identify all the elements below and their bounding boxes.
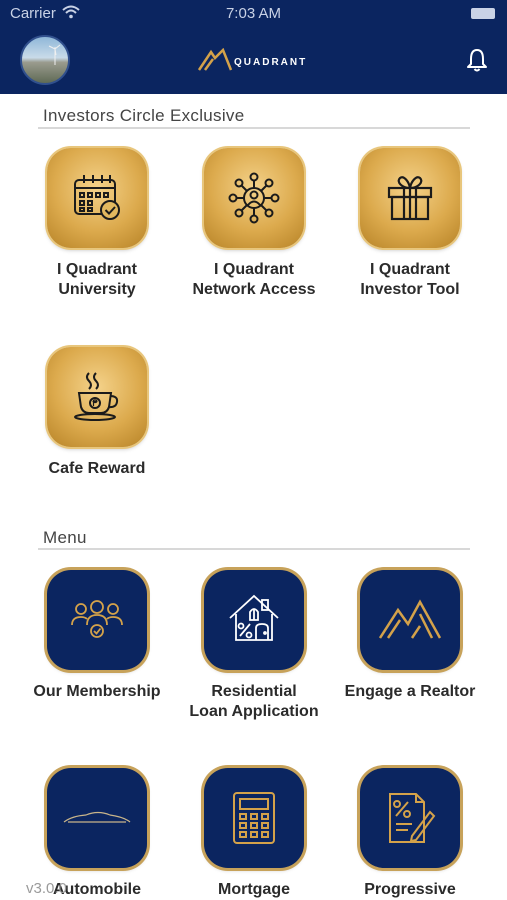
tile-engage-realtor[interactable]: Engage a Realtor [340,570,480,702]
cafe-tile-icon[interactable] [47,347,147,447]
tile-label: Engage a Realtor [344,683,476,700]
tile-progressive[interactable]: Progressive [340,768,480,900]
tile-label: Our Membership [33,683,161,700]
brand-wordmark: QUADRANT [234,57,308,68]
tile-label: I Quadrant University [56,261,137,298]
progressive-tile-icon[interactable] [360,768,460,868]
brand-logo: QUADRANT [197,48,327,74]
quadrant-logo-icon [197,48,233,71]
tile-label: Residential Loan Application [189,683,319,720]
mountain-logo-icon [378,599,442,639]
tile-university[interactable]: I Quadrant University [27,148,167,300]
tile-label: I Quadrant Investor Tool [360,261,460,298]
section-divider [38,548,470,550]
tile-network-access[interactable]: I Quadrant Network Access [184,148,324,300]
tile-label: Cafe Reward [48,460,146,477]
tile-label: Mortgage [218,881,290,898]
landscape-image [48,44,61,65]
section-divider [38,127,470,129]
tile-membership[interactable]: Our Membership [27,570,167,702]
section-title-exclusive: Investors Circle Exclusive [43,106,245,125]
automobile-tile-icon[interactable] [47,768,147,868]
residential-loan-tile-icon[interactable] [204,570,304,670]
app-version: v3.0.0 [26,880,67,897]
calendar-check-icon [74,175,120,220]
tile-investor-tool[interactable]: I Quadrant Investor Tool [340,148,480,300]
university-tile-icon[interactable] [47,148,147,248]
tile-label: I Quadrant Network Access [192,261,316,298]
bell-icon[interactable] [465,47,489,73]
section-title-menu: Menu [43,528,87,547]
document-percent-icon [389,793,436,843]
battery-icon [471,8,495,19]
network-tile-icon[interactable] [204,148,304,248]
membership-tile-icon[interactable] [47,570,147,670]
house-percent-icon [229,594,279,641]
realtor-tile-icon[interactable] [360,570,460,670]
calculator-icon [233,792,275,844]
coffee-cup-icon [74,372,119,421]
tile-mortgage[interactable]: Mortgage [184,768,324,900]
car-icon [63,811,131,823]
tile-label: Progressive [364,881,456,898]
tile-residential-loan[interactable]: Residential Loan Application [184,570,324,722]
app-header: QUADRANT [0,28,507,94]
tile-cafe-reward[interactable]: Cafe Reward [27,347,167,479]
status-bar: Carrier 7:03 AM [0,0,507,28]
investor-tool-tile-icon[interactable] [360,148,460,248]
membership-group-icon [71,600,123,638]
avatar[interactable] [20,35,70,85]
status-time: 7:03 AM [225,5,282,22]
gift-icon [387,176,433,221]
mortgage-tile-icon[interactable] [204,768,304,868]
network-icon [228,172,280,224]
